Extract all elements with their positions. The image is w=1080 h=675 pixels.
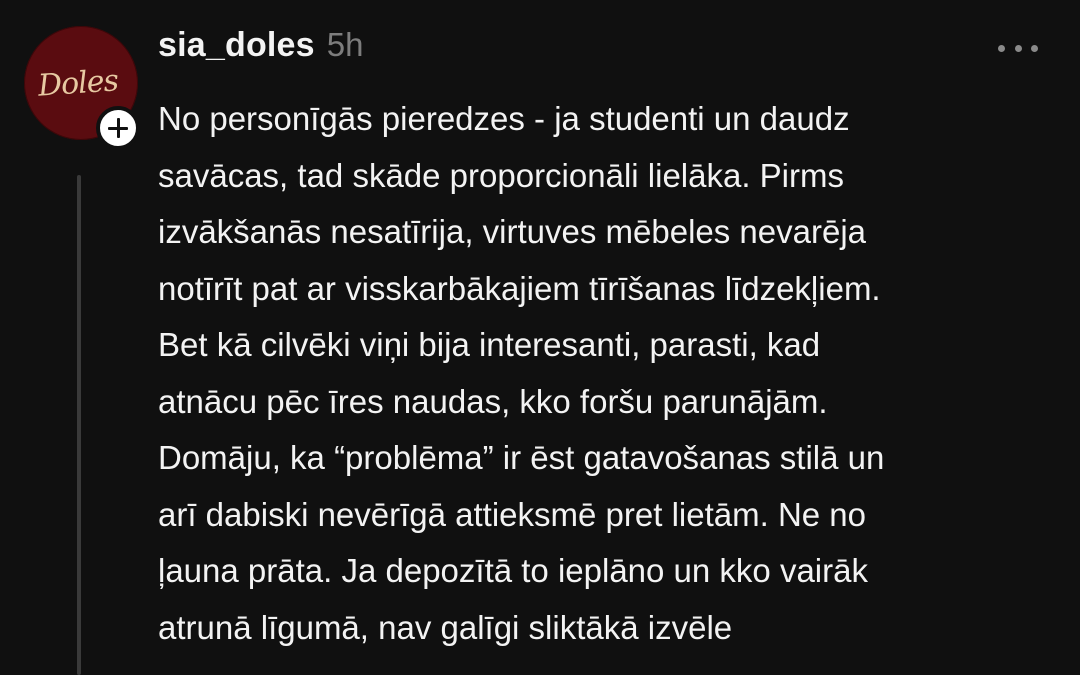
post-text-line: savācas, tad skāde proporcionāli lielāka… xyxy=(158,156,844,194)
post-text-line: Domāju, ka “problēma” ir ēst gatavošanas… xyxy=(158,439,885,476)
post-text-line: arī dabiski nevērīgā attieksmē pret liet… xyxy=(158,495,867,533)
post-text-line: ļauna prāta. Ja depozītā to ieplāno un k… xyxy=(158,552,868,589)
post-text-line: Bet kā cilvēki viņi bija interesanti, pa… xyxy=(158,326,821,363)
thread-line xyxy=(77,175,81,675)
post-body: No personīgās pieredzes - ja studenti un… xyxy=(158,91,1038,656)
plus-icon xyxy=(108,118,128,138)
timestamp: 5h xyxy=(326,26,364,63)
follow-button[interactable] xyxy=(96,106,140,150)
post-text-line: notīrīt pat ar visskarbākajiem tīrīšanas… xyxy=(158,269,881,307)
post-text-line: No personīgās pieredzes - ja studenti un… xyxy=(158,100,850,137)
more-horizontal-icon[interactable] xyxy=(998,40,1038,56)
post-header: sia_doles 5h xyxy=(158,26,364,65)
post-text-line: atnācu pēc īres naudas, kko foršu parunā… xyxy=(158,382,828,420)
avatar-logo: Doles xyxy=(36,62,120,104)
thread-post: Doles sia_doles 5h No personīgās pieredz… xyxy=(0,0,1080,675)
post-text-line: atrunā līgumā, nav galīgi sliktākā izvēl… xyxy=(158,608,733,646)
username[interactable]: sia_doles xyxy=(158,26,315,65)
more-dot xyxy=(1031,44,1038,52)
more-dot xyxy=(998,44,1005,52)
more-dot xyxy=(1014,44,1022,52)
post-text-line: izvākšanās nesatīrija, virtuves mēbeles … xyxy=(158,213,867,250)
